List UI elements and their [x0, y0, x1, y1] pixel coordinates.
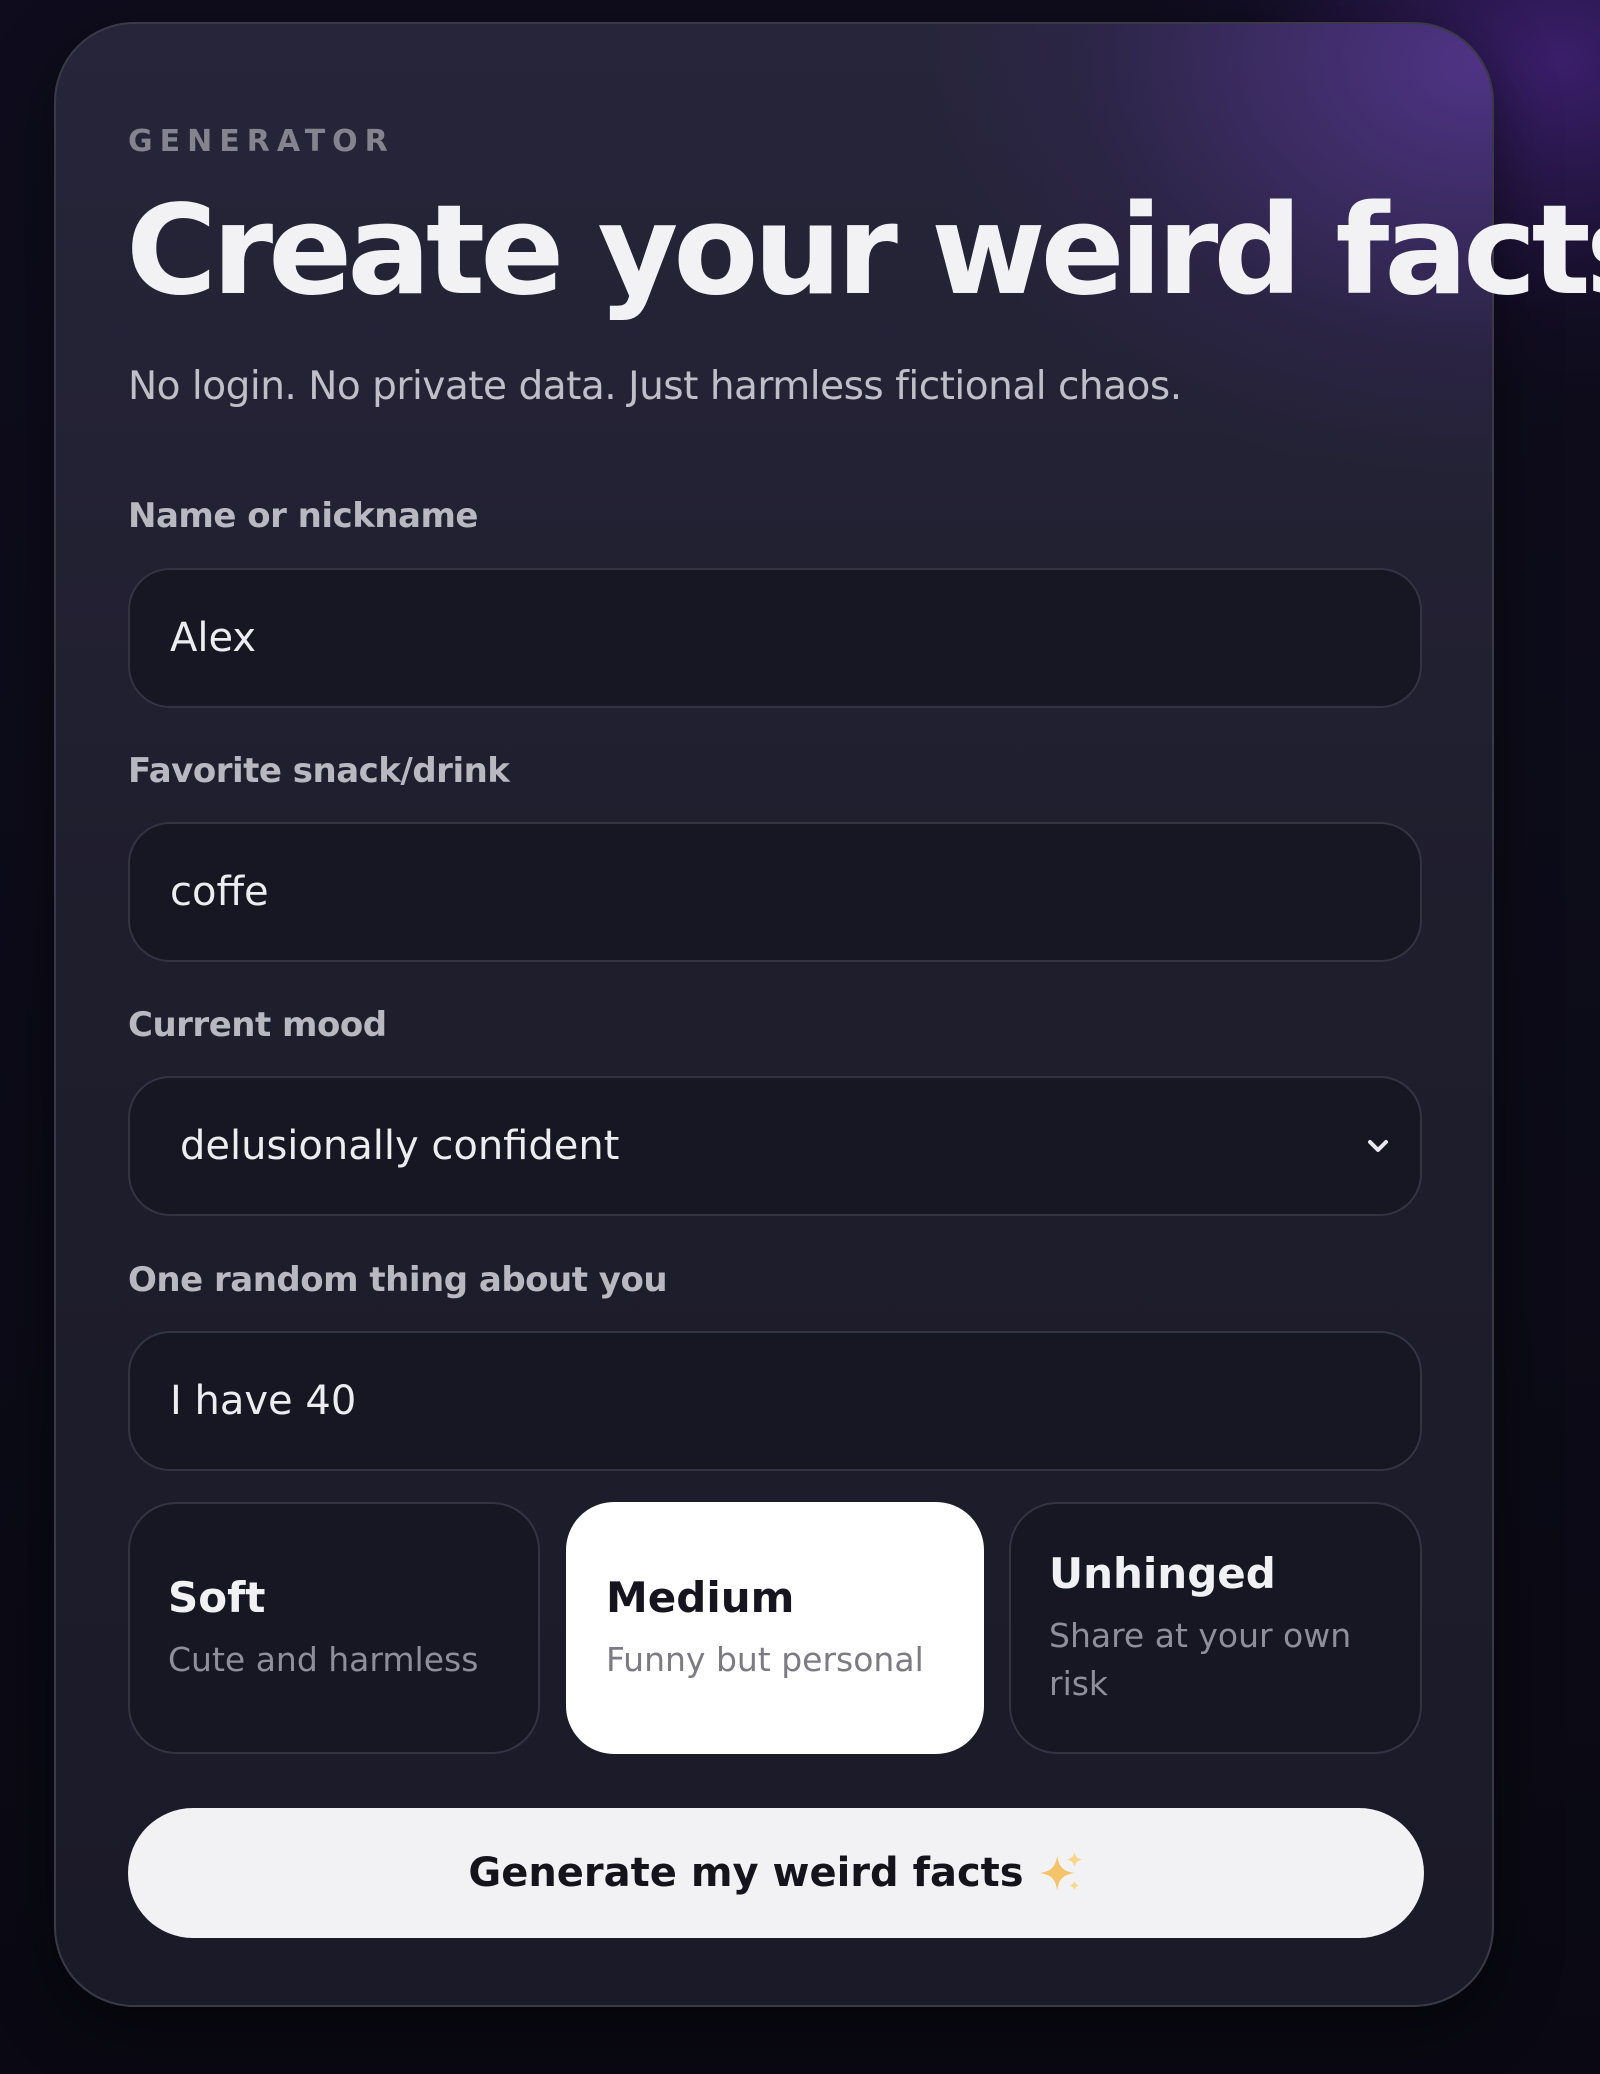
- mood-label: Current mood: [128, 1005, 387, 1045]
- random-thing-input[interactable]: I have 40: [128, 1331, 1422, 1471]
- page-subtitle: No login. No private data. Just harmless…: [128, 364, 1182, 409]
- name-label: Name or nickname: [128, 496, 478, 536]
- tone-description: Share at your own risk: [1049, 1615, 1352, 1703]
- page-background: GENERATOR Create your weird facts No log…: [0, 0, 1600, 2074]
- tone-name: Medium: [606, 1572, 795, 1622]
- mood-select[interactable]: delusionally confident: [128, 1076, 1422, 1216]
- snack-input-value: coffe: [170, 869, 269, 915]
- tone-option-unhinged[interactable]: Unhinged Share at your own risk: [1009, 1502, 1422, 1754]
- random-thing-input-value: I have 40: [170, 1378, 357, 1424]
- tone-name: Unhinged: [1049, 1548, 1276, 1598]
- tone-description: Cute and harmless: [168, 1639, 479, 1679]
- chevron-down-icon: [1368, 1140, 1388, 1152]
- snack-input[interactable]: coffe: [128, 822, 1422, 962]
- mood-select-value: delusionally confident: [180, 1123, 620, 1169]
- tone-description: Funny but personal: [606, 1639, 924, 1679]
- name-input-value: Alex: [170, 615, 257, 661]
- tone-option-soft[interactable]: Soft Cute and harmless: [128, 1502, 540, 1754]
- generator-card: GENERATOR Create your weird facts No log…: [54, 22, 1600, 2007]
- generate-button[interactable]: Generate my weird facts: [128, 1808, 1424, 1938]
- page-title: Create your weird facts: [126, 179, 1600, 323]
- random-thing-label: One random thing about you: [128, 1260, 668, 1300]
- tone-option-medium[interactable]: Medium Funny but personal: [566, 1502, 984, 1754]
- name-input[interactable]: Alex: [128, 568, 1422, 708]
- section-eyebrow: GENERATOR: [128, 124, 395, 159]
- tone-name: Soft: [168, 1572, 266, 1622]
- snack-label: Favorite snack/drink: [128, 751, 510, 791]
- sparkles-icon: [1039, 1851, 1082, 1891]
- generate-button-label: Generate my weird facts: [468, 1850, 1024, 1896]
